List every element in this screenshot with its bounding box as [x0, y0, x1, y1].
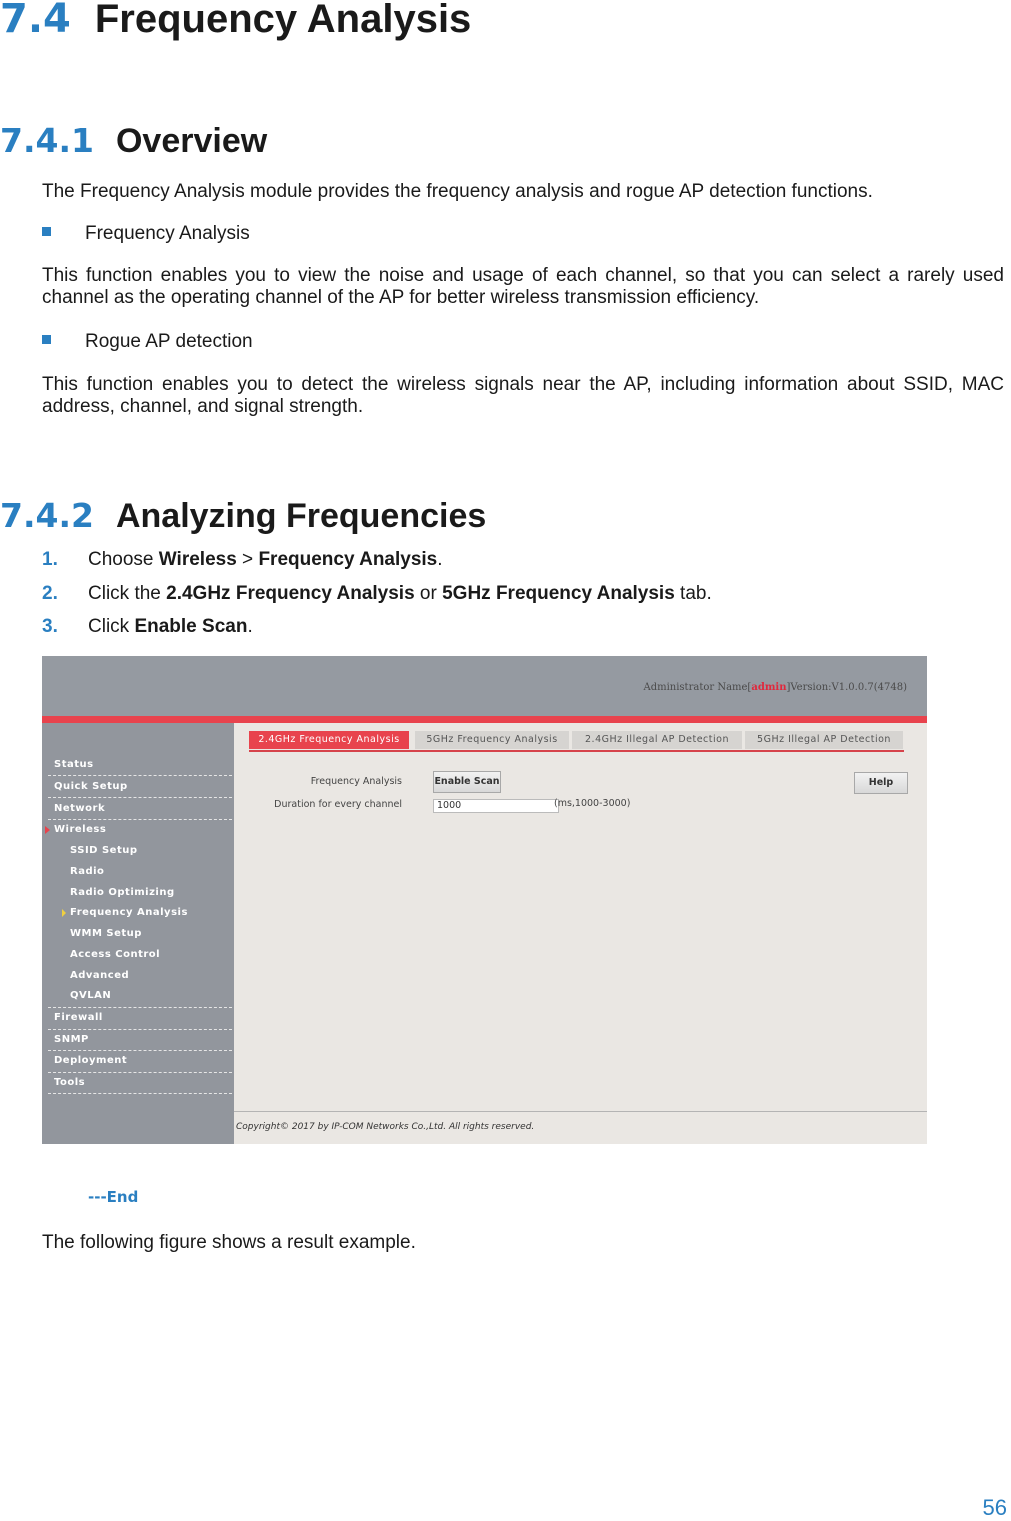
sidebar-divider: [48, 819, 232, 820]
duration-input[interactable]: 1000: [433, 799, 559, 813]
sidebar-item-radio[interactable]: Radio: [70, 866, 230, 877]
admin-prefix: Administrator Name[: [643, 682, 752, 693]
step-number: 3.: [42, 616, 58, 637]
frequency-analysis-label: Frequency Analysis: [310, 776, 402, 787]
result-example-text: The following figure shows a result exam…: [42, 1232, 416, 1253]
tab-5ghz-illegal-ap-detection[interactable]: 5GHz Illegal AP Detection: [745, 731, 903, 749]
step-text: .: [437, 549, 443, 570]
step-number: 1.: [42, 549, 58, 570]
step-text: Click the: [88, 583, 167, 604]
bullet-square-icon: [42, 335, 51, 344]
step-bold: 5GHz Frequency Analysis: [442, 583, 675, 604]
end-marker: ---End: [88, 1188, 139, 1206]
bullet-square-icon: [42, 227, 51, 236]
overview-intro: The Frequency Analysis module provides t…: [42, 181, 873, 202]
step-text: tab.: [674, 583, 712, 604]
overview-title: Overview: [115, 122, 268, 160]
step-text: Choose: [88, 549, 159, 570]
version-text: ]Version:V1.0.0.7(4748): [786, 682, 907, 693]
sidebar-divider: [48, 1029, 232, 1030]
sidebar-item-network[interactable]: Network: [54, 803, 232, 814]
sidebar-divider: [48, 775, 232, 776]
page-number: 56: [982, 1495, 1007, 1520]
sidebar-item-frequency-analysis[interactable]: Frequency Analysis: [70, 907, 230, 918]
ui-header: Administrator Name[admin]Version:V1.0.0.…: [42, 656, 927, 716]
tab-2-4ghz-illegal-ap-detection[interactable]: 2.4GHz Illegal AP Detection: [572, 731, 742, 749]
sidebar-item-deployment[interactable]: Deployment: [54, 1055, 232, 1066]
tab-underline: [249, 750, 904, 752]
step-text: or: [414, 583, 443, 604]
sidebar-divider: [48, 1050, 232, 1051]
sidebar-item-advanced[interactable]: Advanced: [70, 970, 230, 981]
step-bold: Wireless: [158, 549, 237, 570]
overview-number: 7.4.1: [0, 121, 94, 160]
sidebar-divider: [48, 1007, 232, 1008]
step-bold: Frequency Analysis: [258, 549, 438, 570]
step-2: 2. Click the 2.4GHz Frequency Analysis or…: [42, 583, 712, 605]
sidebar-item-quick-setup[interactable]: Quick Setup: [54, 781, 232, 792]
admin-info: Administrator Name[admin]Version:V1.0.0.…: [643, 682, 907, 693]
sidebar-item-tools[interactable]: Tools: [54, 1077, 232, 1088]
step-1: 1. Choose Wireless > Frequency Analysis.: [42, 549, 443, 571]
step-bold: 2.4GHz Frequency Analysis: [166, 583, 415, 604]
tab-2-4ghz-frequency-analysis[interactable]: 2.4GHz Frequency Analysis: [249, 731, 409, 749]
step-text: .: [247, 616, 253, 637]
duration-range-hint: (ms,1000-3000): [554, 798, 631, 809]
overview-heading: 7.4.1 Overview: [0, 121, 267, 161]
sidebar-item-qvlan[interactable]: QVLAN: [70, 990, 230, 1001]
help-button[interactable]: Help: [854, 772, 908, 794]
bullet-label: Frequency Analysis: [85, 223, 250, 244]
section-heading: 7.4 Frequency Analysis: [0, 0, 471, 42]
analyzing-heading: 7.4.2 Analyzing Frequencies: [0, 496, 486, 536]
step-text: >: [236, 549, 259, 570]
bullet-rogue-ap-detection: Rogue AP detection: [42, 331, 253, 353]
analyzing-number: 7.4.2: [0, 496, 94, 535]
active-arrow-icon: [45, 826, 50, 834]
sidebar-item-access-control[interactable]: Access Control: [70, 949, 230, 960]
bullet-label: Rogue AP detection: [85, 331, 253, 352]
sidebar-item-firewall[interactable]: Firewall: [54, 1012, 232, 1023]
copyright-text: Copyright© 2017 by IP-COM Networks Co.,L…: [236, 1122, 535, 1132]
bullet-frequency-analysis: Frequency Analysis: [42, 223, 250, 245]
active-subitem-arrow-icon: [62, 909, 66, 917]
section-number: 7.4: [0, 0, 71, 42]
step-bold: Enable Scan: [134, 616, 248, 637]
rogue-ap-description: This function enables you to detect the …: [42, 374, 1004, 417]
analyzing-title: Analyzing Frequencies: [115, 497, 487, 535]
step-text: Click: [88, 616, 135, 637]
sidebar-divider: [48, 797, 232, 798]
step-3: 3. Click Enable Scan.: [42, 616, 253, 638]
section-title: Frequency Analysis: [94, 0, 472, 41]
ui-sidebar: Status Quick Setup Network Wireless SSID…: [42, 723, 234, 1144]
sidebar-item-status[interactable]: Status: [54, 759, 232, 770]
duration-label: Duration for every channel: [274, 799, 402, 810]
sidebar-item-snmp[interactable]: SNMP: [54, 1034, 232, 1045]
tab-5ghz-frequency-analysis[interactable]: 5GHz Frequency Analysis: [415, 731, 569, 749]
footer-divider: [234, 1111, 927, 1112]
frequency-analysis-description: This function enables you to view the no…: [42, 265, 1004, 308]
sidebar-item-radio-optimizing[interactable]: Radio Optimizing: [70, 887, 230, 898]
enable-scan-button[interactable]: Enable Scan: [433, 771, 501, 793]
sidebar-item-ssid-setup[interactable]: SSID Setup: [70, 845, 230, 856]
sidebar-item-wireless[interactable]: Wireless: [54, 824, 232, 835]
web-ui-screenshot: Administrator Name[admin]Version:V1.0.0.…: [42, 656, 927, 1144]
admin-name: admin: [751, 682, 787, 693]
sidebar-divider: [48, 1093, 232, 1094]
step-number: 2.: [42, 583, 58, 604]
sidebar-divider: [48, 1072, 232, 1073]
header-accent-bar: [42, 716, 927, 723]
sidebar-item-wmm-setup[interactable]: WMM Setup: [70, 928, 230, 939]
